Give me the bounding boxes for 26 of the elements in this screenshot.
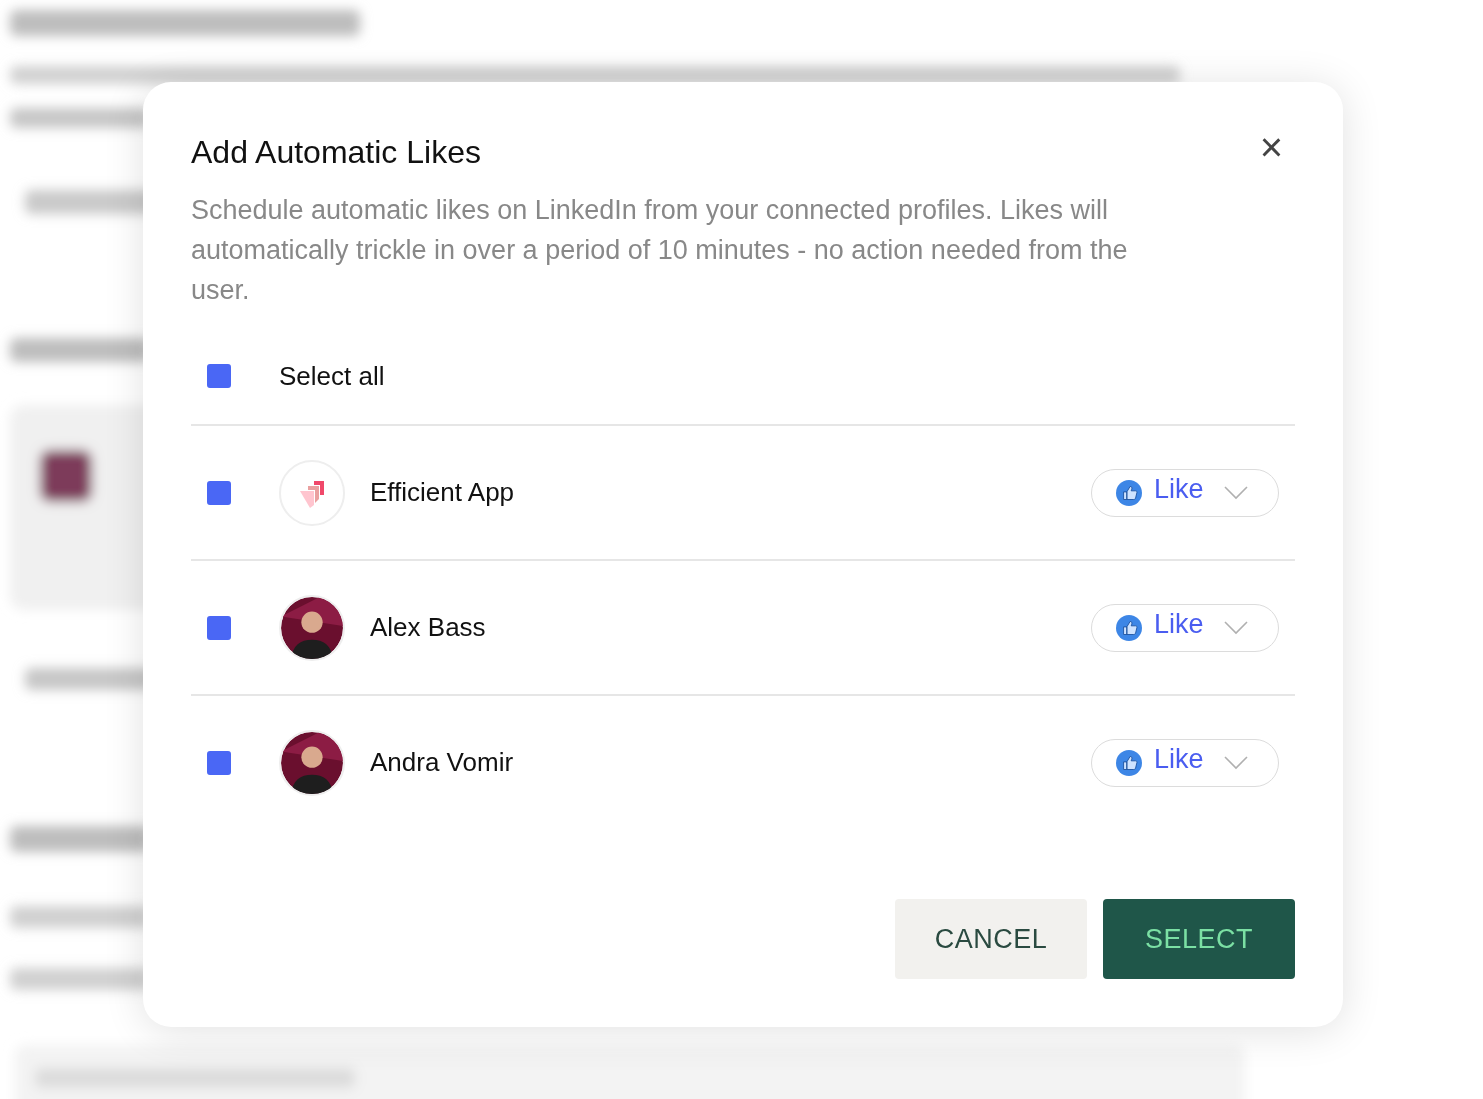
select-all-label[interactable]: Select all [279, 360, 385, 392]
cancel-button[interactable]: CANCEL [895, 899, 1087, 979]
caret-icon [1223, 485, 1248, 500]
close-button[interactable]: × [1255, 132, 1287, 162]
thumbs-up-icon [1116, 479, 1142, 506]
app-logo-icon [279, 459, 345, 526]
profile-name: Andra Vomir [370, 747, 515, 778]
reaction-dropdown[interactable]: Like [1091, 738, 1279, 787]
dialog-title: Add Automatic Likes [191, 133, 481, 172]
caret-icon [1223, 620, 1248, 635]
checkbox[interactable] [207, 615, 231, 640]
checkbox[interactable] [207, 480, 231, 505]
profile-name: Efficient App [370, 477, 516, 508]
profile-name: Alex Bass [370, 612, 487, 643]
reaction-dropdown[interactable]: Like [1091, 603, 1279, 652]
avatar [279, 594, 345, 661]
caret-icon [1223, 755, 1248, 770]
dialog-description: Schedule automatic likes on LinkedIn from your connected profiles. Likes will automatically trickle in over a period of 10 minutes - no action needed from the user. [191, 194, 1129, 307]
checkbox[interactable] [207, 750, 231, 775]
thumbs-up-icon [1116, 749, 1142, 776]
select-button[interactable]: SELECT [1103, 899, 1295, 979]
thumbs-up-icon [1116, 614, 1142, 641]
reaction-dropdown[interactable]: Like [1091, 468, 1279, 517]
avatar [279, 729, 345, 796]
blurred-thumbnail [40, 450, 92, 502]
checkbox[interactable] [207, 364, 231, 388]
